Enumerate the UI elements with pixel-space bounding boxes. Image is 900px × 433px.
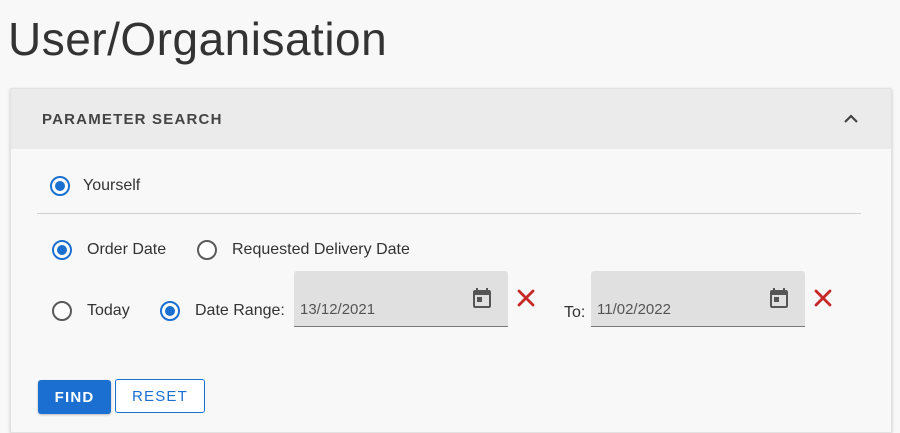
panel-header[interactable]: PARAMETER SEARCH [11, 89, 891, 149]
to-date-field[interactable]: 11/02/2022 [591, 271, 805, 327]
reset-button[interactable]: RESET [115, 379, 205, 413]
to-date-value: 11/02/2022 [597, 301, 671, 318]
chevron-up-icon[interactable] [839, 107, 863, 131]
radio-order-date-label: Order Date [87, 241, 167, 258]
radio-yourself-label: Yourself [83, 177, 141, 194]
radio-date-range[interactable]: Date Range: [160, 301, 285, 321]
radio-button[interactable] [52, 301, 72, 321]
find-button[interactable]: FIND [38, 380, 111, 414]
to-date-label: To: [564, 304, 586, 321]
radio-requested-delivery-date[interactable]: Requested Delivery Date [197, 240, 410, 260]
divider [37, 213, 861, 214]
parameter-search-panel: PARAMETER SEARCH Yourself Order Date Req… [10, 88, 892, 433]
radio-yourself[interactable]: Yourself [50, 176, 140, 196]
radio-requested-delivery-date-label: Requested Delivery Date [232, 241, 410, 258]
panel-title: PARAMETER SEARCH [42, 110, 223, 128]
radio-date-range-label: Date Range: [195, 302, 285, 319]
calendar-icon[interactable] [470, 286, 494, 310]
radio-order-date[interactable]: Order Date [52, 240, 166, 260]
page-title: User/Organisation [8, 13, 388, 65]
radio-button[interactable] [52, 240, 72, 260]
from-date-value: 13/12/2021 [300, 301, 376, 318]
calendar-icon[interactable] [767, 286, 791, 310]
radio-button[interactable] [50, 176, 70, 196]
from-date-field[interactable]: 13/12/2021 [294, 271, 508, 327]
radio-button[interactable] [197, 240, 217, 260]
clear-from-date-icon[interactable] [516, 288, 536, 308]
radio-today[interactable]: Today [52, 301, 130, 321]
radio-today-label: Today [87, 302, 130, 319]
radio-button[interactable] [160, 301, 180, 321]
clear-to-date-icon[interactable] [813, 288, 833, 308]
